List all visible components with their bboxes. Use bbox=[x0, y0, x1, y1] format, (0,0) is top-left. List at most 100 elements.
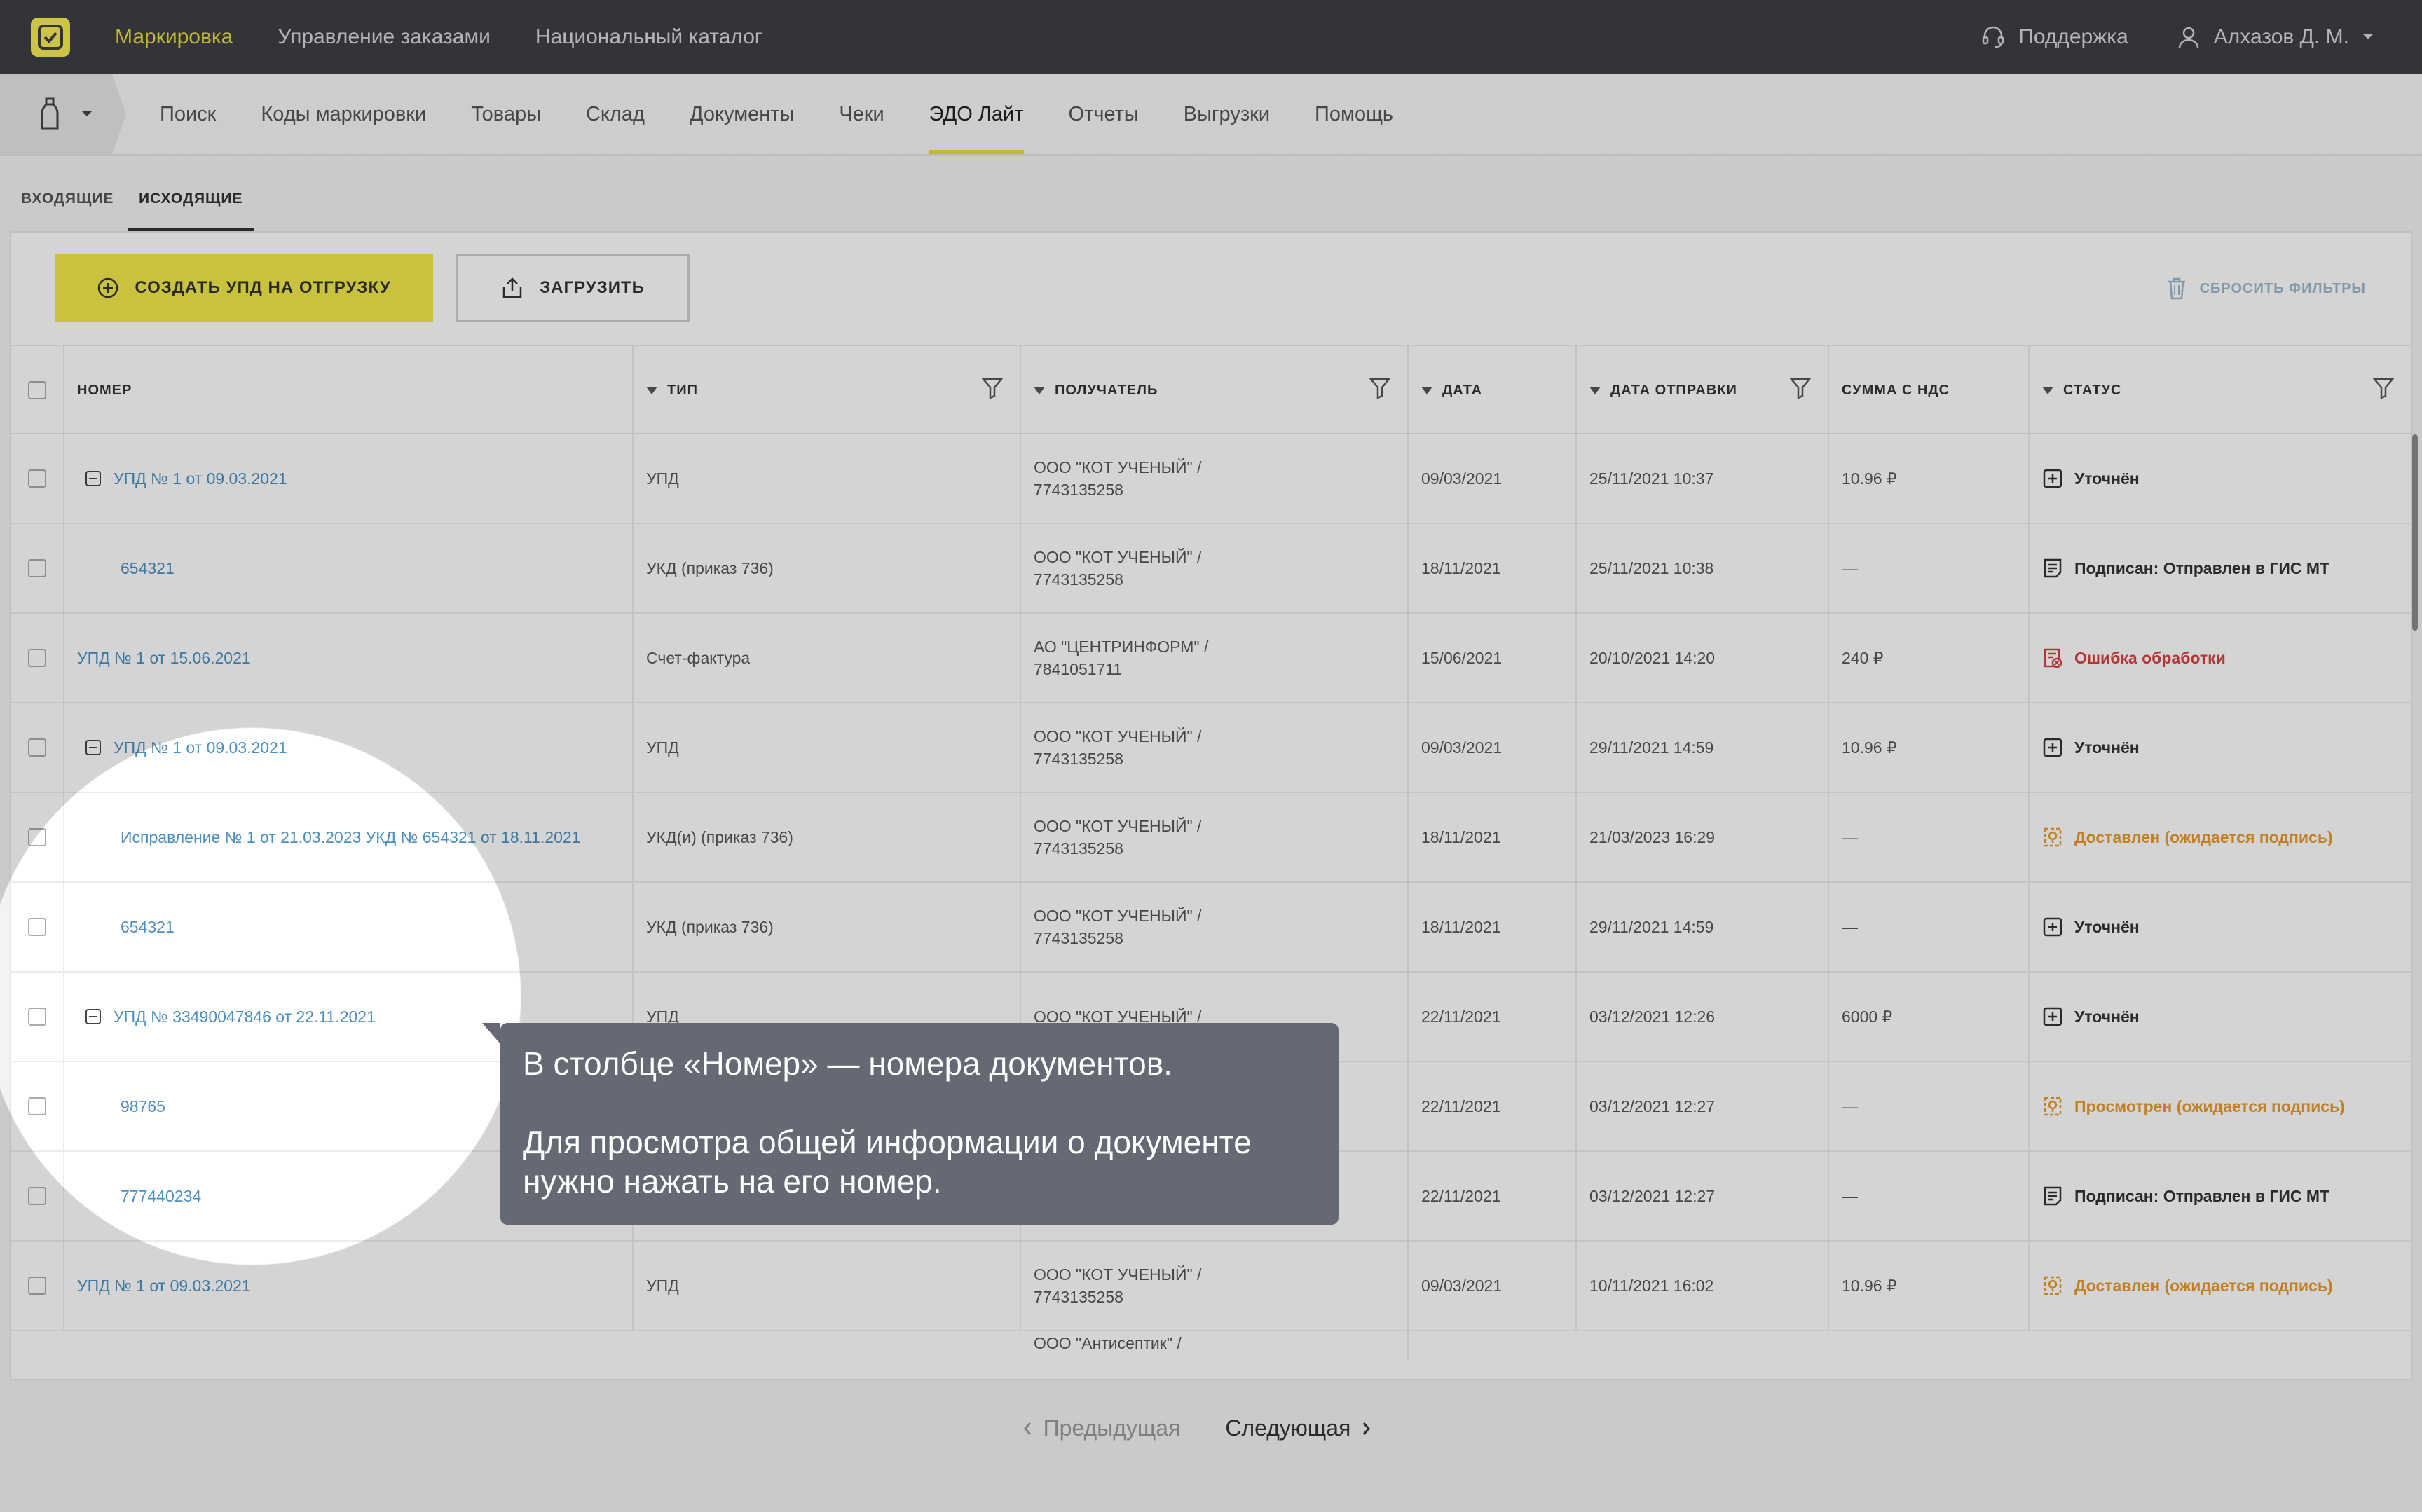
row-checkbox[interactable] bbox=[28, 1187, 46, 1205]
collapse-icon[interactable] bbox=[85, 740, 101, 755]
user-menu[interactable]: Алхазов Д. М. bbox=[2176, 25, 2374, 50]
upload-button[interactable]: ЗАГРУЗИТЬ bbox=[456, 254, 690, 322]
row-checkbox[interactable] bbox=[28, 559, 46, 577]
status-text: Уточнён bbox=[2074, 1007, 2140, 1026]
app-logo[interactable] bbox=[31, 18, 70, 57]
sum-cell: — bbox=[1829, 793, 2030, 881]
status-cell: Подписан: Отправлен в ГИС МТ bbox=[2030, 524, 2411, 612]
tooltip-line-1: В столбце «Номер» — номера документов. bbox=[523, 1045, 1172, 1082]
sent-date: 03/12/2021 12:27 bbox=[1589, 1186, 1716, 1205]
table-row[interactable]: УПД № 1 от 09.03.2021 УПД ООО "КОТ УЧЕНЫЙ"… bbox=[11, 703, 2411, 793]
document-type: УПД bbox=[646, 1276, 679, 1295]
row-checkbox[interactable] bbox=[28, 1277, 46, 1295]
row-checkbox[interactable] bbox=[28, 918, 46, 936]
tab-outgoing[interactable]: ИСХОДЯЩИЕ bbox=[128, 156, 254, 231]
reset-filters-button[interactable]: СБРОСИТЬ ФИЛЬТРЫ bbox=[2166, 277, 2366, 301]
document-number-link[interactable]: УПД № 33490047846 от 22.11.2021 bbox=[114, 1008, 376, 1026]
row-checkbox[interactable] bbox=[28, 1097, 46, 1115]
sent-date: 21/03/2023 16:29 bbox=[1589, 827, 1716, 846]
document-number-link[interactable]: УПД № 1 от 15.06.2021 bbox=[77, 649, 251, 668]
column-sum-label: СУММА С НДС bbox=[1842, 382, 1950, 398]
user-icon bbox=[2178, 27, 2199, 48]
filter-icon[interactable] bbox=[1369, 377, 1390, 399]
section-exports[interactable]: Выгрузки bbox=[1184, 74, 1270, 154]
column-status[interactable]: СТАТУС bbox=[2030, 346, 2411, 434]
nav-catalog[interactable]: Национальный каталог bbox=[535, 25, 762, 49]
section-goods[interactable]: Товары bbox=[471, 74, 541, 154]
document-type: УКД(и) (приказ 736) bbox=[646, 827, 793, 846]
column-number[interactable]: НОМЕР bbox=[64, 346, 634, 434]
document-number-link[interactable]: Исправление № 1 от 21.03.2023 УКД № 6543… bbox=[121, 828, 580, 847]
document-plus-icon bbox=[2043, 917, 2062, 937]
next-page-button[interactable]: Следующая bbox=[1225, 1415, 1371, 1441]
section-codes[interactable]: Коды маркировки bbox=[261, 74, 426, 154]
document-number-link[interactable]: 98765 bbox=[121, 1097, 165, 1116]
section-help[interactable]: Помощь bbox=[1315, 74, 1393, 154]
row-checkbox[interactable] bbox=[28, 738, 46, 757]
table-row[interactable]: УПД № 1 от 09.03.2021 УПД ООО "КОТ УЧЕНЫЙ"… bbox=[11, 434, 2411, 524]
date-cell: 22/11/2021 bbox=[1409, 1062, 1577, 1150]
filter-icon[interactable] bbox=[2373, 377, 2394, 399]
recipient-name: ООО "Антисептик" / bbox=[1034, 1334, 1182, 1352]
recipient-cell: ООО "КОТ УЧЕНЫЙ" / 7743135258 bbox=[1021, 434, 1409, 523]
sort-icon bbox=[646, 386, 657, 394]
section-reports[interactable]: Отчеты bbox=[1069, 74, 1139, 154]
table-row[interactable]: 654321 УКД (приказ 736) ООО "КОТ УЧЕНЫЙ" /… bbox=[11, 524, 2411, 614]
table-scrollbar[interactable] bbox=[2412, 434, 2418, 631]
sent-date: 20/10/2021 14:20 bbox=[1589, 648, 1716, 667]
select-all-checkbox[interactable] bbox=[28, 381, 46, 399]
document-date: 22/11/2021 bbox=[1421, 1007, 1501, 1026]
column-sum[interactable]: СУММА С НДС bbox=[1829, 346, 2030, 434]
status-cell: Уточнён bbox=[2030, 973, 2411, 1061]
collapse-icon[interactable] bbox=[85, 1009, 101, 1024]
table-row[interactable]: УПД № 1 от 15.06.2021 Счет-фактура АО "ЦЕН… bbox=[11, 614, 2411, 703]
recipient-inn: 7743135258 bbox=[1034, 750, 1123, 768]
document-number-link[interactable]: 654321 bbox=[121, 559, 175, 578]
tab-incoming[interactable]: ВХОДЯЩИЕ bbox=[21, 156, 114, 231]
document-number-link[interactable]: УПД № 1 от 09.03.2021 bbox=[77, 1277, 251, 1295]
create-upd-button[interactable]: СОЗДАТЬ УПД НА ОТГРУЗКУ bbox=[55, 254, 433, 322]
section-documents[interactable]: Документы bbox=[690, 74, 795, 154]
prev-page-button[interactable]: Предыдущая bbox=[1022, 1415, 1180, 1441]
table-row[interactable]: 654321 УКД (приказ 736) ООО "КОТ УЧЕНЫЙ" /… bbox=[11, 883, 2411, 973]
product-group-selector[interactable] bbox=[0, 74, 126, 154]
status-badge: Уточнён bbox=[2042, 1006, 2140, 1027]
document-date: 09/03/2021 bbox=[1421, 738, 1503, 757]
sent-date-cell: 29/11/2021 14:59 bbox=[1577, 883, 1829, 971]
recipient-inn: 7841051711 bbox=[1034, 660, 1123, 678]
filter-icon[interactable] bbox=[1790, 377, 1811, 399]
nav-orders[interactable]: Управление заказами bbox=[278, 25, 491, 49]
table-row[interactable]: УПД № 1 от 09.03.2021 УПД ООО "КОТ УЧЕНЫЙ"… bbox=[11, 1242, 2411, 1331]
status-badge: Уточнён bbox=[2042, 916, 2140, 937]
recipient-cell: ООО "КОТ УЧЕНЫЙ" / 7743135258 bbox=[1021, 793, 1409, 881]
table-row-partial[interactable]: ООО "Антисептик" / bbox=[11, 1331, 2411, 1359]
column-sent-date[interactable]: ДАТА ОТПРАВКИ bbox=[1577, 346, 1829, 434]
document-number-link[interactable]: 654321 bbox=[121, 918, 175, 937]
table-row[interactable]: Исправление № 1 от 21.03.2023 УКД № 6543… bbox=[11, 793, 2411, 883]
document-number-link[interactable]: 777440234 bbox=[121, 1187, 201, 1206]
filter-icon[interactable] bbox=[982, 377, 1003, 399]
column-type[interactable]: ТИП bbox=[634, 346, 1021, 434]
section-search[interactable]: Поиск bbox=[160, 74, 216, 154]
number-cell: УПД № 1 от 09.03.2021 bbox=[64, 434, 634, 523]
status-badge: Подписан: Отправлен в ГИС МТ bbox=[2042, 1185, 2329, 1207]
document-number-link[interactable]: УПД № 1 от 09.03.2021 bbox=[114, 469, 287, 488]
section-edo-lite[interactable]: ЭДО Лайт bbox=[929, 74, 1024, 154]
section-warehouse[interactable]: Склад bbox=[586, 74, 645, 154]
document-number-link[interactable]: УПД № 1 от 09.03.2021 bbox=[114, 738, 287, 757]
column-date[interactable]: ДАТА bbox=[1409, 346, 1577, 434]
chevron-down-icon bbox=[82, 111, 92, 116]
row-checkbox[interactable] bbox=[28, 828, 46, 846]
row-checkbox[interactable] bbox=[28, 469, 46, 488]
row-checkbox[interactable] bbox=[28, 1008, 46, 1026]
row-select-cell bbox=[11, 524, 64, 612]
section-receipts[interactable]: Чеки bbox=[839, 74, 884, 154]
row-checkbox[interactable] bbox=[28, 649, 46, 667]
document-plus-icon bbox=[2043, 469, 2062, 488]
date-cell: 18/11/2021 bbox=[1409, 883, 1577, 971]
column-type-label: ТИП bbox=[667, 382, 698, 398]
column-recipient[interactable]: ПОЛУЧАТЕЛЬ bbox=[1021, 346, 1409, 434]
collapse-icon[interactable] bbox=[85, 471, 101, 486]
nav-markirovka[interactable]: Маркировка bbox=[115, 25, 233, 49]
support-link[interactable]: Поддержка bbox=[1980, 25, 2128, 50]
